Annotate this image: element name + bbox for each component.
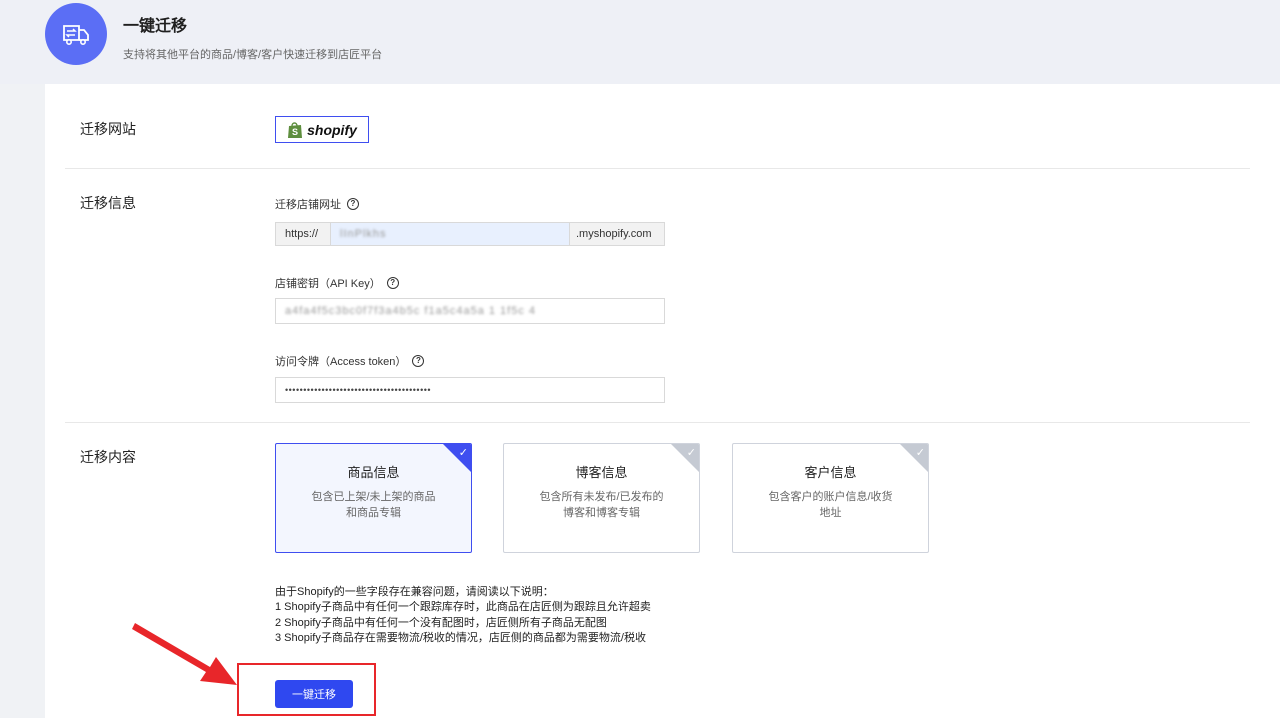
shopify-platform-option[interactable]: S shopify <box>275 116 369 143</box>
help-icon[interactable]: ? <box>412 355 425 367</box>
access-token-input[interactable]: •••••••••••••••••••••••••••••••••••••••• <box>275 377 665 403</box>
store-url-label: 迁移店铺网址 ? <box>275 196 359 212</box>
site-label: 迁移网站 <box>80 121 136 137</box>
card-products[interactable]: ✓ 商品信息 包含已上架/未上架的商品 和商品专辑 <box>275 443 472 553</box>
annotation-arrow-icon <box>132 623 237 685</box>
shopify-wordmark: shopify <box>307 121 357 138</box>
store-url-input[interactable]: lInPlkhs <box>331 223 569 245</box>
migrate-button[interactable]: 一键迁移 <box>275 680 353 708</box>
url-prefix: https:// <box>276 223 331 245</box>
shopify-bag-icon: S <box>288 121 303 138</box>
divider <box>65 422 1250 423</box>
svg-text:S: S <box>292 127 298 137</box>
api-key-label: 店铺密钥（API Key） ? <box>275 275 399 291</box>
store-url-field: https:// lInPlkhs .myshopify.com <box>275 222 665 246</box>
check-icon: ✓ <box>915 447 925 459</box>
compatibility-notice: 由于Shopify的一些字段存在兼容问题，请阅读以下说明： 1 Shopify子… <box>275 586 651 644</box>
check-icon: ✓ <box>686 447 696 459</box>
page-title: 一键迁移 <box>123 18 188 35</box>
divider <box>65 168 1250 169</box>
help-icon[interactable]: ? <box>386 277 399 289</box>
card-blogs[interactable]: ✓ 博客信息 包含所有未发布/已发布的 博客和博客专辑 <box>503 443 700 553</box>
check-icon: ✓ <box>458 447 468 459</box>
access-token-label: 访问令牌（Access token） ? <box>275 353 425 369</box>
truck-migrate-icon <box>45 3 107 65</box>
url-suffix: .myshopify.com <box>569 223 664 245</box>
api-key-input[interactable]: a4fa4f5c3bc0f7f3a4b5c f1a5c4a5a 1 1f5c 4 <box>275 298 665 324</box>
content-label: 迁移内容 <box>80 449 136 465</box>
card-customers[interactable]: ✓ 客户信息 包含客户的账户信息/收货 地址 <box>732 443 929 553</box>
page-header: 一键迁移 支持将其他平台的商品/博客/客户快速迁移到店匠平台 <box>0 0 1280 84</box>
info-label: 迁移信息 <box>80 195 136 211</box>
help-icon[interactable]: ? <box>347 198 359 210</box>
page-subtitle: 支持将其他平台的商品/博客/客户快速迁移到店匠平台 <box>123 49 383 61</box>
